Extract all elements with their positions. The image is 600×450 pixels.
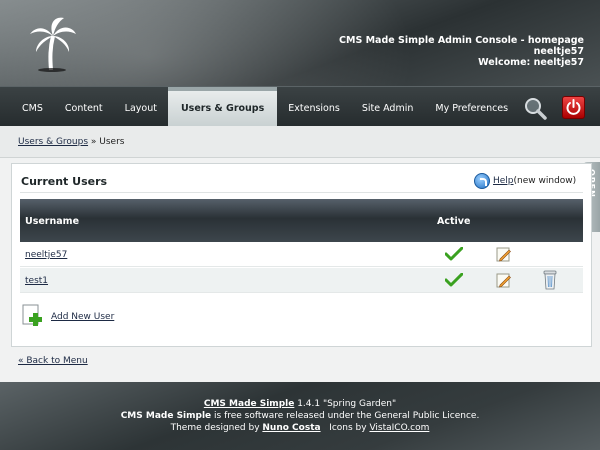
column-header-username: Username xyxy=(25,216,80,227)
nav-item-site-admin[interactable]: Site Admin xyxy=(351,87,425,127)
breadcrumb-current: Users xyxy=(99,137,125,147)
nav-item-layout[interactable]: Layout xyxy=(114,87,168,127)
magnifier-icon[interactable] xyxy=(523,96,547,120)
power-icon xyxy=(566,99,581,115)
footer-product-link[interactable]: CMS Made Simple xyxy=(204,399,294,409)
help-link[interactable]: Help xyxy=(493,176,514,186)
breadcrumb-bar: Users & Groups » Users xyxy=(0,126,600,158)
nav-item-cms[interactable]: CMS xyxy=(11,87,54,127)
footer-license-text: is free software released under the Gene… xyxy=(211,411,480,421)
footer-theme-author-link[interactable]: Nuno Costa xyxy=(262,423,320,433)
footer-theme-prefix: Theme designed by xyxy=(170,423,263,433)
footer-license-line: CMS Made Simple is free software release… xyxy=(0,411,600,422)
nav-item-users-groups[interactable]: Users & Groups xyxy=(167,87,278,127)
edit-pencil-icon[interactable] xyxy=(496,273,511,288)
breadcrumb: Users & Groups » Users xyxy=(18,137,124,147)
add-user-icon xyxy=(22,304,42,326)
nav-items: CMS Content Layout Users & Groups Extens… xyxy=(11,87,519,127)
nav-item-my-preferences[interactable]: My Preferences xyxy=(424,87,519,127)
add-new-user-link[interactable]: Add New User xyxy=(51,312,114,322)
column-header-active: Active xyxy=(437,216,471,227)
user-name-link[interactable]: neeltje57 xyxy=(25,250,67,260)
footer-icons-link[interactable]: VistaICO.com xyxy=(369,423,429,433)
footer-version: 1.4.1 "Spring Garden" xyxy=(294,399,397,409)
footer-credits-line: Theme designed by Nuno Costa Icons by Vi… xyxy=(0,423,600,434)
footer-icons-prefix: Icons by xyxy=(320,423,370,433)
nav-item-extensions[interactable]: Extensions xyxy=(277,87,351,127)
table-row: neeltje57 xyxy=(20,242,583,267)
panel-title: Current Users xyxy=(21,175,108,188)
logout-button[interactable] xyxy=(562,96,585,119)
help-link-group: Help (new window) xyxy=(474,173,576,189)
breadcrumb-separator: » xyxy=(88,137,100,147)
footer: CMS Made Simple 1.4.1 "Spring Garden" CM… xyxy=(0,382,600,450)
user-name-link[interactable]: test1 xyxy=(25,276,48,286)
palm-tree-logo-icon xyxy=(30,17,76,72)
help-suffix: (new window) xyxy=(513,176,577,186)
welcome-text: Welcome: neeltje57 xyxy=(478,57,584,68)
main-nav: CMS Content Layout Users & Groups Extens… xyxy=(0,86,600,127)
header-info: CMS Made Simple Admin Console - homepage… xyxy=(339,35,584,68)
back-to-menu-link[interactable]: « Back to Menu xyxy=(18,356,88,366)
footer-license-name: CMS Made Simple xyxy=(120,411,212,421)
edit-pencil-icon[interactable] xyxy=(496,247,511,262)
header: CMS Made Simple Admin Console - homepage… xyxy=(0,0,600,86)
nav-item-content[interactable]: Content xyxy=(54,87,114,127)
active-check-icon[interactable] xyxy=(445,273,463,287)
delete-trash-icon[interactable] xyxy=(543,270,557,290)
table-row: test1 xyxy=(20,268,583,293)
help-icon[interactable] xyxy=(474,173,490,189)
console-title: CMS Made Simple Admin Console - homepage xyxy=(339,35,584,46)
users-panel: Current Users Help (new window) Username… xyxy=(11,163,592,347)
breadcrumb-users-groups-link[interactable]: Users & Groups xyxy=(18,137,88,147)
active-check-icon[interactable] xyxy=(445,247,463,261)
add-new-user[interactable]: Add New User xyxy=(21,304,114,330)
header-username: neeltje57 xyxy=(533,46,584,57)
panel-divider xyxy=(20,192,583,193)
back-to-menu: « Back to Menu xyxy=(18,356,88,366)
users-table-header: Username Active xyxy=(20,199,583,242)
footer-version-line: CMS Made Simple 1.4.1 "Spring Garden" xyxy=(0,399,600,410)
